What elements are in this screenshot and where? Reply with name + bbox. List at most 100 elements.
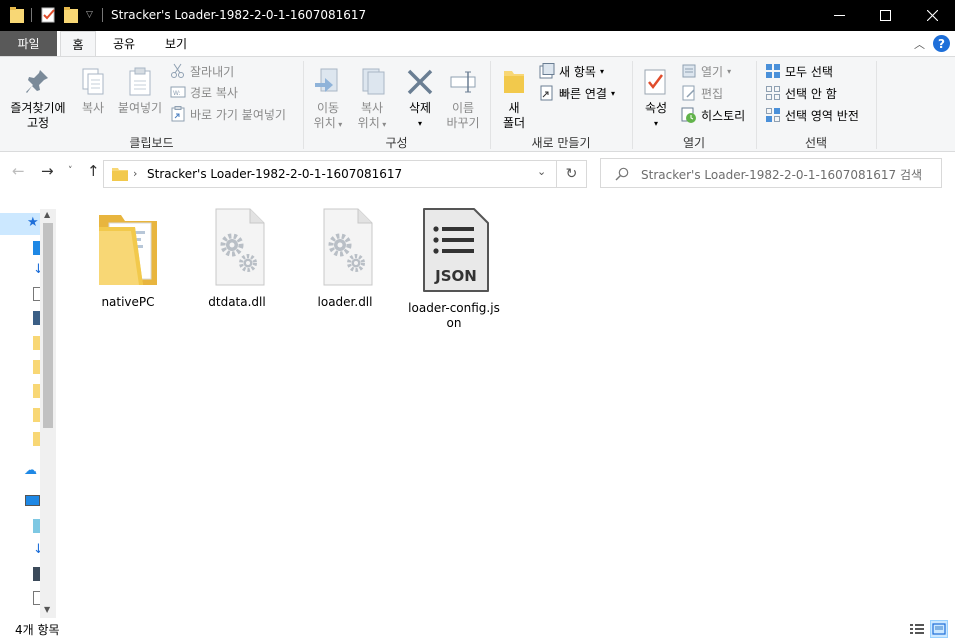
back-arrow-icon[interactable]: ← — [12, 162, 25, 180]
copy-path-button[interactable]: W: 경로 복사 — [170, 82, 238, 102]
search-placeholder: Stracker's Loader-1982-2-0-1-1607081617 … — [641, 168, 923, 182]
window-title: Stracker's Loader-1982-2-0-1-1607081617 — [111, 8, 367, 22]
easy-access-icon — [539, 85, 555, 101]
pin-label-line2: 고정 — [26, 116, 50, 130]
search-input[interactable]: Stracker's Loader-1982-2-0-1-1607081617 … — [600, 158, 942, 188]
properties-icon[interactable] — [41, 7, 57, 26]
ribbon: 즐겨찾기에 고정 복사 붙여넣기 잘라내기 W: 경로 복사 바로 가기 붙여넣… — [0, 56, 955, 152]
nav-scrollbar-thumb[interactable] — [43, 223, 53, 428]
pin-label-line1: 즐겨찾기에 — [10, 101, 66, 115]
copy-label: 복사 — [81, 101, 105, 115]
group-label-organize: 구성 — [385, 136, 408, 150]
copy-path-icon: W: — [170, 84, 186, 100]
open-label: 열기 — [701, 64, 724, 79]
status-bar: 4개 항목 — [0, 618, 955, 641]
file-name: dtdata.dll — [208, 295, 266, 309]
address-row: ← → ˅ ↑ › Stracker's Loader-1982-2-0-1-1… — [0, 152, 955, 193]
tab-home[interactable]: 홈 — [60, 31, 96, 57]
rename-label-line2: 바꾸기 — [446, 116, 480, 130]
move-to-button[interactable]: 이동 위치 ▾ — [308, 67, 348, 132]
select-none-button[interactable]: 선택 안 함 — [765, 83, 837, 103]
svg-text:W:: W: — [173, 90, 181, 97]
open-button[interactable]: 열기 ▾ — [681, 61, 731, 81]
delete-button[interactable]: 삭제 ▾ — [400, 67, 440, 131]
up-arrow-icon[interactable]: ↑ — [87, 162, 100, 180]
new-folder-button[interactable]: 새 폴더 — [496, 67, 532, 131]
item-count: 4개 항목 — [15, 623, 60, 637]
history-button[interactable]: 히스토리 — [681, 105, 745, 125]
scroll-down-arrow-icon[interactable]: ▼ — [44, 605, 50, 614]
tab-view[interactable]: 보기 — [156, 31, 196, 56]
copy-button[interactable]: 복사 — [76, 67, 110, 116]
group-separator — [876, 61, 877, 149]
rename-label-line1: 이름 — [451, 101, 475, 115]
select-all-button[interactable]: 모두 선택 — [765, 61, 833, 81]
open-icon — [681, 63, 697, 79]
folder-icon — [112, 168, 128, 181]
pin-to-quick-access-button[interactable]: 즐겨찾기에 고정 — [4, 67, 72, 131]
copy-icon — [82, 68, 104, 95]
minimize-button[interactable] — [816, 0, 862, 31]
collapse-ribbon-icon[interactable]: ︿ — [914, 36, 925, 52]
large-icons-view-button[interactable] — [930, 620, 948, 638]
move-to-label-line2: 위치 ▾ — [313, 116, 343, 130]
select-none-label: 선택 안 함 — [785, 86, 837, 101]
refresh-button[interactable]: ↻ — [557, 160, 587, 188]
customize-quick-access-icon[interactable]: ▽ — [86, 10, 93, 20]
details-view-button[interactable] — [908, 620, 926, 638]
maximize-icon — [879, 10, 891, 21]
address-bar[interactable]: › Stracker's Loader-1982-2-0-1-160708161… — [103, 160, 557, 188]
edit-icon — [681, 85, 697, 101]
forward-arrow-icon[interactable]: → — [41, 162, 54, 180]
copy-to-icon — [362, 68, 385, 95]
paste-shortcut-button[interactable]: 바로 가기 붙여넣기 — [170, 104, 286, 124]
json-badge: JSON — [434, 267, 477, 285]
file-item-json[interactable]: JSON loader-config.json — [406, 205, 502, 331]
properties-button[interactable]: 속성 ▾ — [636, 67, 676, 131]
breadcrumb-current[interactable]: Stracker's Loader-1982-2-0-1-1607081617 — [147, 167, 402, 181]
paste-button[interactable]: 붙여넣기 — [114, 67, 166, 116]
paste-icon — [129, 67, 151, 96]
help-icon[interactable]: ? — [933, 35, 950, 52]
scroll-up-arrow-icon[interactable]: ▲ — [44, 210, 50, 219]
properties-dropdown-icon[interactable]: ▾ — [636, 116, 676, 131]
delete-dropdown-icon[interactable]: ▾ — [400, 116, 440, 131]
delete-label: 삭제 — [408, 101, 432, 115]
move-to-icon — [315, 68, 338, 92]
folder-icon — [99, 215, 157, 285]
select-all-icon — [765, 63, 781, 79]
file-name: loader.dll — [317, 295, 373, 309]
copy-to-button[interactable]: 복사 위치 ▾ — [352, 67, 392, 132]
separator — [31, 8, 32, 22]
file-item-dll[interactable]: loader.dll — [297, 205, 393, 310]
new-folder-icon[interactable] — [64, 7, 78, 26]
recent-locations-chevron-icon[interactable]: ˅ — [68, 166, 73, 176]
new-item-button[interactable]: 새 항목 ▾ — [539, 61, 604, 81]
invert-selection-button[interactable]: 선택 영역 반전 — [765, 105, 859, 125]
close-button[interactable] — [909, 0, 955, 31]
select-none-icon — [765, 85, 781, 101]
this-pc-monitor-icon[interactable] — [25, 495, 40, 506]
breadcrumb-chevron-icon[interactable]: › — [133, 167, 137, 180]
easy-access-button[interactable]: 빠른 연결 ▾ — [539, 83, 615, 103]
quick-access-star-icon[interactable]: ★ — [27, 215, 39, 230]
address-history-chevron-icon[interactable]: ⌄ — [537, 165, 546, 178]
edit-button[interactable]: 편집 — [681, 83, 723, 103]
edit-label: 편집 — [701, 86, 724, 101]
search-icon — [615, 167, 629, 181]
maximize-button[interactable] — [862, 0, 908, 31]
paste-shortcut-icon — [170, 106, 186, 122]
file-item-dll[interactable]: dtdata.dll — [189, 205, 285, 310]
file-item-folder[interactable]: nativePC — [80, 205, 176, 310]
rename-icon — [450, 71, 476, 93]
onedrive-cloud-icon[interactable]: ☁ — [24, 463, 37, 478]
move-to-label-line1: 이동 — [316, 101, 340, 115]
json-file-icon: JSON — [423, 208, 489, 292]
rename-button[interactable]: 이름 바꾸기 — [442, 67, 484, 131]
navigation-pane: ★ ↓ ☁ ↓ ▲ ▼ — [0, 193, 56, 619]
tab-share[interactable]: 공유 — [104, 31, 144, 56]
cut-label: 잘라내기 — [190, 64, 235, 79]
tab-file[interactable]: 파일 — [0, 31, 57, 56]
cut-button[interactable]: 잘라내기 — [170, 61, 234, 81]
delete-x-icon — [407, 69, 433, 95]
